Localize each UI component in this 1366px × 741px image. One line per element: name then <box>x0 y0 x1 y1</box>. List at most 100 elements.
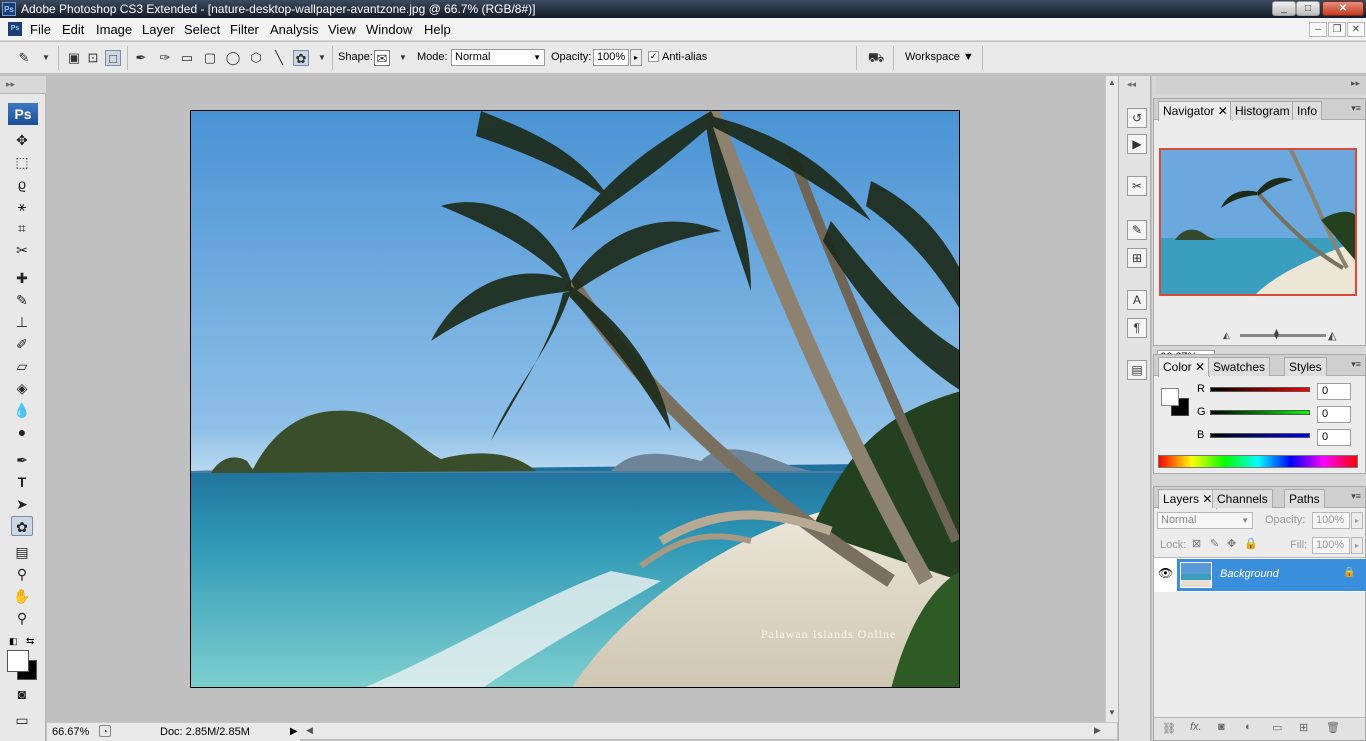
navigator-zoom-slider[interactable] <box>1240 334 1326 337</box>
status-menu-icon[interactable]: ◔ <box>99 725 111 737</box>
panel-menu-icon[interactable]: ▾≡ <box>1351 103 1361 114</box>
history-brush-icon[interactable]: ✐ <box>11 334 33 354</box>
dodge-tool-icon[interactable]: ● <box>11 422 33 442</box>
zoom-out-icon[interactable]: ◭ <box>1223 330 1230 341</box>
zoom-in-icon[interactable]: ◭ <box>1328 329 1336 342</box>
fill-slider-button[interactable]: ▸ <box>1351 537 1363 554</box>
color-spectrum-ramp[interactable] <box>1158 455 1358 468</box>
notes-tool-icon[interactable]: ▤ <box>11 542 33 562</box>
status-arrow-icon[interactable]: ▶ <box>290 726 298 737</box>
tool-preset-dropdown-icon[interactable]: ▼ <box>38 50 54 66</box>
scroll-down-icon[interactable]: ▼ <box>1108 708 1116 717</box>
tab-info[interactable]: Info <box>1292 101 1323 120</box>
geometry-options-icon[interactable]: ▼ <box>314 50 330 66</box>
layer-opacity-input[interactable]: 100% <box>1312 512 1350 529</box>
zoom-level[interactable]: 66.67% <box>52 726 89 738</box>
menu-select[interactable]: Select <box>184 22 220 37</box>
character-icon[interactable]: A <box>1127 290 1147 310</box>
line-icon[interactable]: ╲ <box>271 50 287 66</box>
menu-window[interactable]: Window <box>366 22 412 37</box>
tool-preset-icon[interactable]: ✎ <box>16 50 32 66</box>
lock-position-icon[interactable]: ✥ <box>1227 537 1236 550</box>
channel-b-input[interactable]: 0 <box>1317 429 1351 446</box>
menu-view[interactable]: View <box>328 22 356 37</box>
custom-shape-icon[interactable]: ✿ <box>293 50 309 66</box>
eye-visibility-icon[interactable]: 👁 <box>1158 566 1173 580</box>
opacity-slider-button[interactable]: ▸ <box>630 49 642 66</box>
tab-color[interactable]: Color ✕ <box>1158 357 1211 377</box>
channel-r-input[interactable]: 0 <box>1317 383 1351 400</box>
tab-navigator[interactable]: Navigator ✕ <box>1158 101 1233 121</box>
layer-style-icon[interactable]: fx. <box>1190 721 1202 733</box>
ps-logo[interactable]: Ps <box>8 103 38 125</box>
brush-tool-icon[interactable]: ✎ <box>11 290 33 310</box>
lock-image-icon[interactable]: ✎ <box>1210 537 1219 550</box>
zoom-slider-thumb-icon[interactable]: ⧫ <box>1274 329 1279 340</box>
toolbox-grip[interactable]: ▸▸ <box>0 76 46 94</box>
rectangle-icon[interactable]: ▭ <box>179 50 195 66</box>
pen-tool-icon[interactable]: ✒ <box>133 50 149 66</box>
layer-mask-icon[interactable]: ◙ <box>1218 721 1225 733</box>
screen-mode-icon[interactable]: ▭ <box>11 710 33 730</box>
fill-pixels-icon[interactable]: □ <box>105 50 121 66</box>
close-button[interactable]: ✕ <box>1322 1 1364 16</box>
slice-tool-icon[interactable]: ✂ <box>11 240 33 260</box>
link-layers-icon[interactable]: ⛓ <box>1162 722 1176 735</box>
clone-source-icon[interactable]: ⊞ <box>1127 248 1147 268</box>
bridge-icon[interactable]: ⛟ <box>866 50 886 66</box>
panel-menu-icon[interactable]: ▾≡ <box>1351 359 1361 370</box>
new-layer-icon[interactable]: ⊞ <box>1299 721 1308 734</box>
paint-bucket-icon[interactable]: ◈ <box>11 378 33 398</box>
tab-styles[interactable]: Styles <box>1284 357 1327 376</box>
lock-all-icon[interactable]: 🔒 <box>1244 537 1258 550</box>
doc-close-button[interactable]: ✕ <box>1347 22 1365 37</box>
workspace-button[interactable]: Workspace ▼ <box>905 51 974 63</box>
channel-b-slider[interactable] <box>1210 433 1310 438</box>
scroll-right-icon[interactable]: ▶ <box>1094 725 1101 736</box>
minimize-button[interactable]: _ <box>1272 1 1296 16</box>
magic-wand-icon[interactable]: ⚹ <box>11 196 33 216</box>
type-tool-icon[interactable]: T <box>11 472 33 492</box>
quick-mask-icon[interactable]: ◙ <box>11 684 33 704</box>
path-selection-icon[interactable]: ➤ <box>11 494 33 514</box>
menu-help[interactable]: Help <box>424 22 451 37</box>
layer-comps-icon[interactable]: ▤ <box>1127 360 1147 380</box>
channel-g-slider[interactable] <box>1210 410 1310 415</box>
healing-brush-icon[interactable]: ✚ <box>11 268 33 288</box>
pen-tool-icon[interactable]: ✒ <box>11 450 33 470</box>
blur-tool-icon[interactable]: 💧 <box>11 400 33 420</box>
document-icon[interactable]: Ps <box>8 22 22 36</box>
menu-analysis[interactable]: Analysis <box>270 22 318 37</box>
actions-icon[interactable]: ▶ <box>1127 134 1147 154</box>
menu-layer[interactable]: Layer <box>142 22 175 37</box>
paragraph-icon[interactable]: ¶ <box>1127 318 1147 338</box>
doc-restore-button[interactable]: ❐ <box>1328 22 1346 37</box>
brushes-icon[interactable]: ✎ <box>1127 220 1147 240</box>
layer-row-background[interactable]: Background 🔒 <box>1177 559 1366 591</box>
tab-swatches[interactable]: Swatches <box>1208 357 1271 376</box>
maximize-button[interactable]: □ <box>1296 1 1320 16</box>
crop-tool-icon[interactable]: ⌗ <box>11 218 33 238</box>
shape-picker-dropdown-icon[interactable]: ▼ <box>395 50 411 66</box>
scroll-left-icon[interactable]: ◀ <box>306 725 313 736</box>
tool-presets-icon[interactable]: ✂ <box>1127 176 1147 196</box>
shape-picker-icon[interactable]: ✉ <box>374 50 390 66</box>
eraser-tool-icon[interactable]: ▱ <box>11 356 33 376</box>
swap-colors-icon[interactable]: ⇆ <box>26 636 34 647</box>
expand-panels-icon[interactable]: ▸▸ <box>1351 78 1360 89</box>
polygon-icon[interactable]: ⬡ <box>248 50 264 66</box>
lasso-tool-icon[interactable]: ϱ <box>11 174 33 194</box>
collapse-dock-icon[interactable]: ◂◂ <box>1127 79 1136 90</box>
channel-r-slider[interactable] <box>1210 387 1310 392</box>
tab-channels[interactable]: Channels <box>1212 489 1273 508</box>
paths-icon[interactable]: ⊡ <box>85 50 101 66</box>
tab-layers[interactable]: Layers ✕ <box>1158 489 1218 509</box>
marquee-tool-icon[interactable]: ⬚ <box>11 152 33 172</box>
navigator-preview[interactable] <box>1159 148 1357 296</box>
document-image[interactable]: Palawan Islands Online <box>190 110 960 688</box>
channel-g-input[interactable]: 0 <box>1317 406 1351 423</box>
fill-input[interactable]: 100% <box>1312 537 1350 554</box>
menu-filter[interactable]: Filter <box>230 22 259 37</box>
panel-menu-icon[interactable]: ▾≡ <box>1351 491 1361 502</box>
delete-layer-icon[interactable]: 🗑 <box>1326 721 1340 734</box>
